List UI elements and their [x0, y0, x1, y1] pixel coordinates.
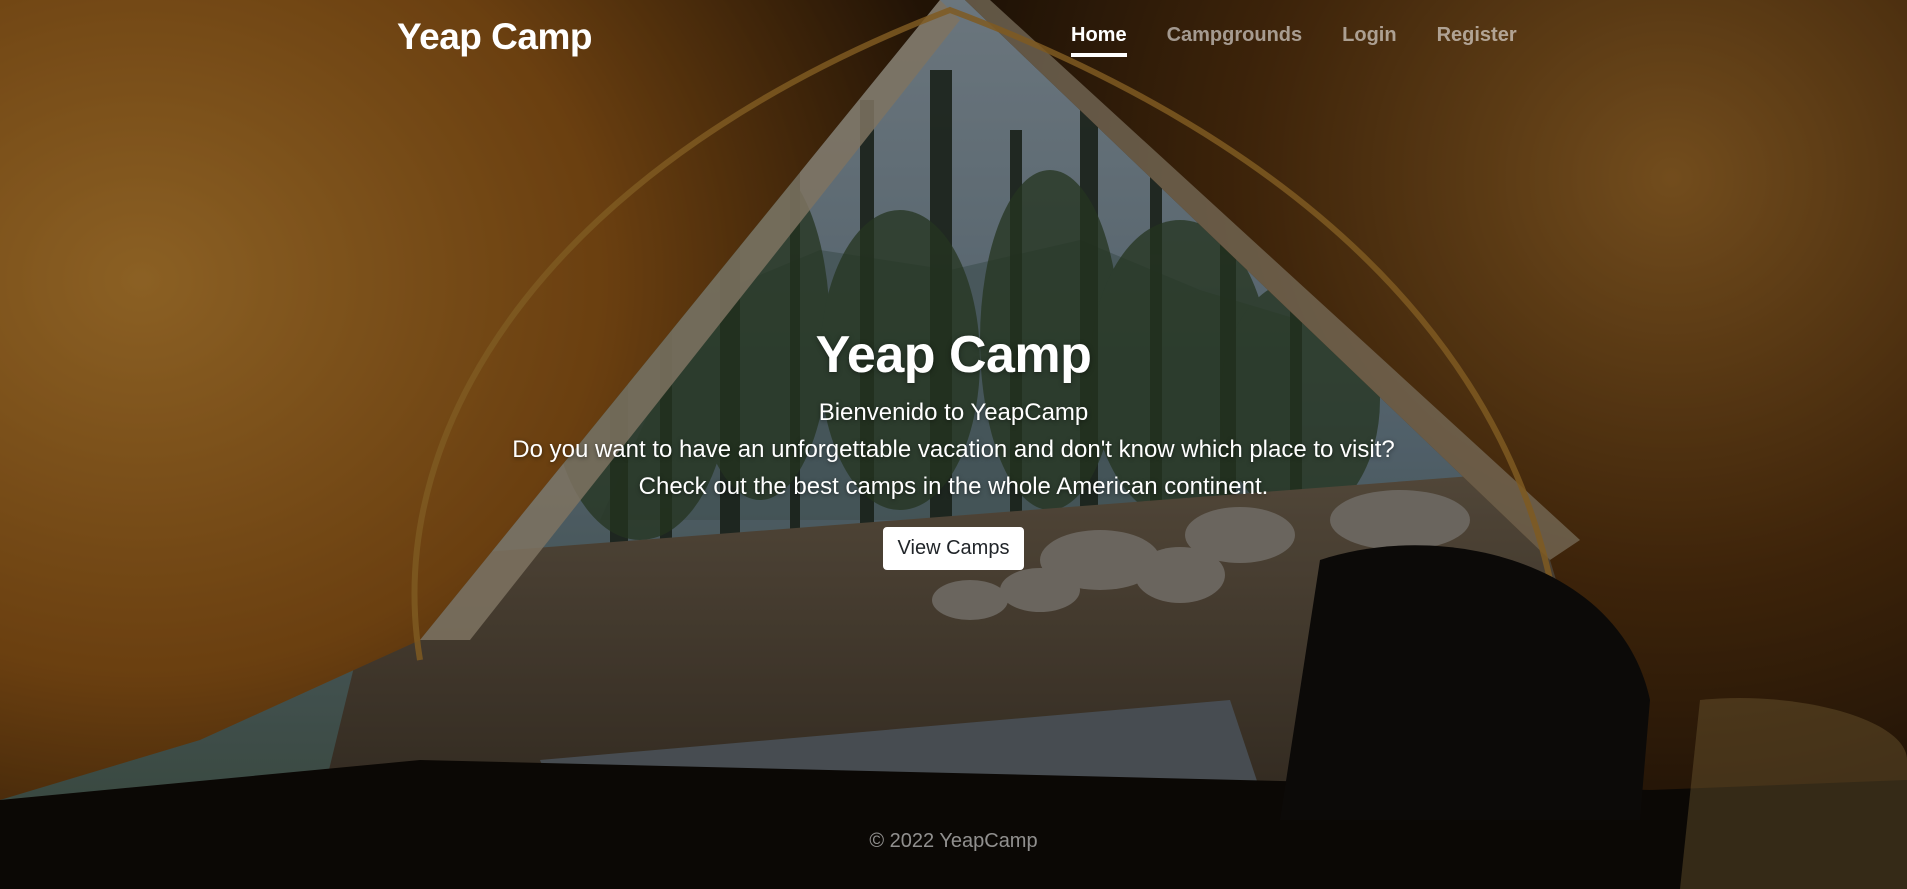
- hero-welcome-text: Bienvenido to YeapCamp: [818, 399, 1089, 426]
- nav-link-campgrounds[interactable]: Campgrounds: [1167, 24, 1303, 57]
- hero-description-text: Check out the best camps in the whole Am…: [638, 473, 1269, 500]
- navbar: Yeap Camp Home Campgrounds Login Registe…: [0, 0, 1907, 76]
- hero-question-text: Do you want to have an unforgettable vac…: [512, 436, 1395, 463]
- nav-link-login[interactable]: Login: [1342, 24, 1396, 57]
- nav-link-home[interactable]: Home: [1071, 24, 1127, 57]
- hero-section: Yeap Camp Bienvenido to YeapCamp Do you …: [0, 322, 1907, 570]
- footer-copyright: © 2022 YeapCamp: [869, 830, 1038, 852]
- brand-logo[interactable]: Yeap Camp: [397, 16, 592, 58]
- hero-title: Yeap Camp: [815, 326, 1092, 384]
- view-camps-button[interactable]: View Camps: [882, 527, 1025, 570]
- main-nav: Home Campgrounds Login Register: [1071, 24, 1517, 57]
- nav-link-register[interactable]: Register: [1437, 24, 1517, 57]
- page: Yeap Camp Home Campgrounds Login Registe…: [0, 0, 1907, 889]
